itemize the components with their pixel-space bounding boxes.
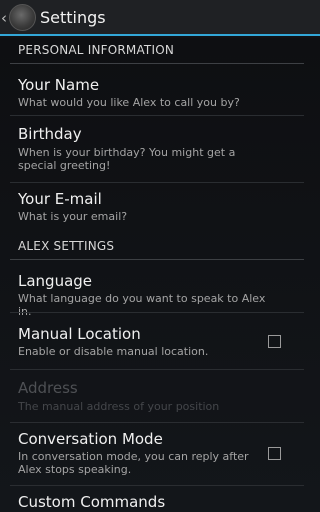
- pref-title: Manual Location: [18, 325, 141, 343]
- pref-summary: The manual address of your position: [18, 400, 220, 413]
- pref-title: Your E-mail: [18, 190, 102, 208]
- up-navigation-icon[interactable]: ‹: [1, 9, 7, 27]
- pref-manual-location[interactable]: Manual Location Enable or disable manual…: [0, 313, 320, 369]
- category-label: ALEX SETTINGS: [18, 239, 115, 253]
- pref-title: Language: [18, 272, 93, 290]
- pref-address: Address The manual address of your posit…: [0, 370, 320, 422]
- page-title: Settings: [40, 8, 106, 27]
- pref-summary: Enable or disable manual location.: [18, 345, 209, 358]
- app-logo-icon[interactable]: [9, 4, 36, 31]
- pref-language[interactable]: Language What language do you want to sp…: [0, 260, 320, 318]
- category-personal-information: PERSONAL INFORMATION: [0, 38, 320, 64]
- pref-birthday[interactable]: Birthday When is your birthday? You migh…: [0, 116, 320, 182]
- pref-your-email[interactable]: Your E-mail What is your email?: [0, 183, 320, 233]
- pref-title: Your Name: [18, 76, 100, 94]
- category-alex-settings: ALEX SETTINGS: [0, 234, 320, 260]
- conversation-mode-checkbox[interactable]: [268, 447, 281, 460]
- pref-summary: In conversation mode, you can reply afte…: [18, 450, 249, 476]
- pref-title: Address: [18, 379, 78, 397]
- pref-summary: What is your email?: [18, 210, 128, 223]
- pref-custom-commands[interactable]: Custom Commands: [0, 486, 320, 512]
- pref-title: Birthday: [18, 125, 82, 143]
- pref-summary: When is your birthday? You might get a s…: [18, 146, 236, 172]
- pref-title: Conversation Mode: [18, 430, 163, 448]
- category-label: PERSONAL INFORMATION: [18, 43, 175, 57]
- pref-conversation-mode[interactable]: Conversation Mode In conversation mode, …: [0, 423, 320, 485]
- pref-summary: What would you like Alex to call you by?: [18, 96, 240, 109]
- action-bar: ‹ Settings: [0, 0, 320, 36]
- pref-title: Custom Commands: [18, 493, 166, 511]
- settings-list: PERSONAL INFORMATION Your Name What woul…: [0, 38, 320, 512]
- manual-location-checkbox[interactable]: [268, 335, 281, 348]
- pref-your-name[interactable]: Your Name What would you like Alex to ca…: [0, 64, 320, 114]
